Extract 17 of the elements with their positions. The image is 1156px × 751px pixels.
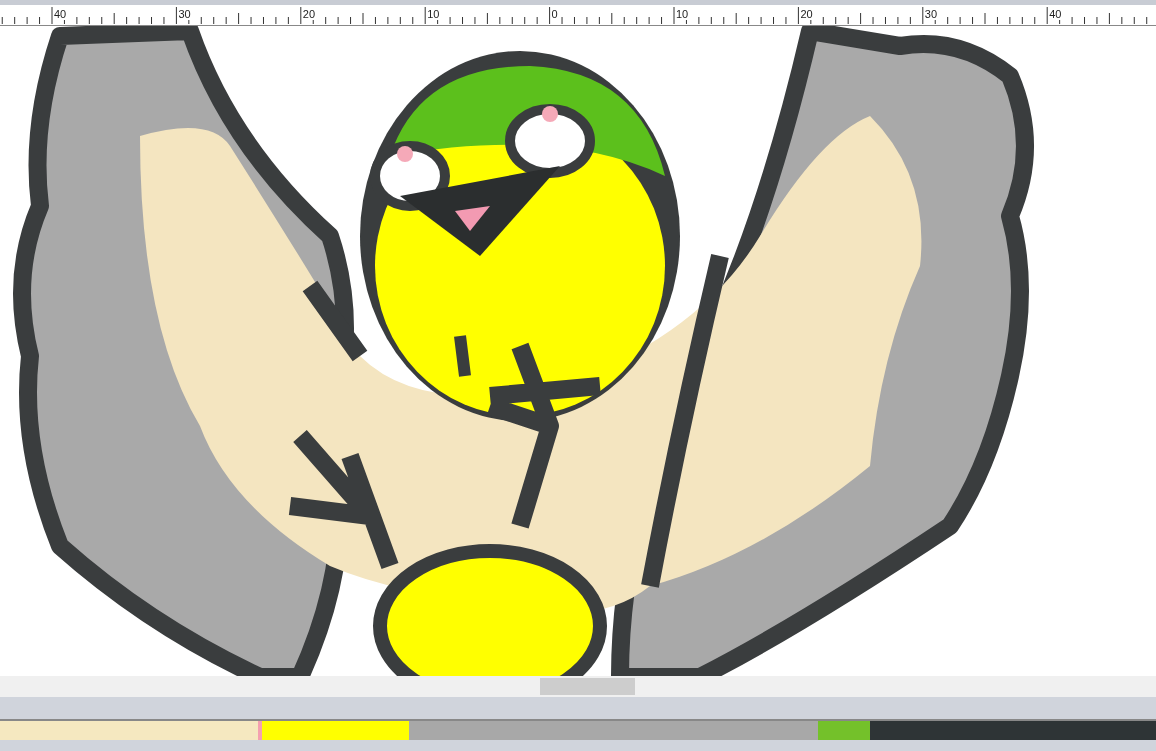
- thread-color-swatch[interactable]: [262, 721, 409, 740]
- ruler-label: 10: [427, 8, 440, 20]
- thread-color-swatch[interactable]: [258, 721, 262, 740]
- ruler-label: 20: [302, 8, 316, 20]
- ruler-label: 10: [676, 8, 689, 20]
- ruler-label: 30: [924, 8, 938, 20]
- ruler-label: 20: [800, 8, 813, 20]
- ruler-label: 40: [1049, 8, 1062, 20]
- thread-color-swatch[interactable]: [409, 721, 818, 740]
- thread-color-swatch[interactable]: [0, 721, 258, 740]
- horizontal-scrollbar[interactable]: [0, 676, 1156, 697]
- thread-color-swatch[interactable]: [818, 721, 870, 740]
- thread-color-swatch[interactable]: [870, 721, 1156, 740]
- ruler-label: 30: [178, 8, 191, 20]
- ruler-label: 0: [551, 8, 558, 20]
- scrollbar-thumb[interactable]: [540, 678, 635, 695]
- ruler-label: 40: [54, 8, 67, 20]
